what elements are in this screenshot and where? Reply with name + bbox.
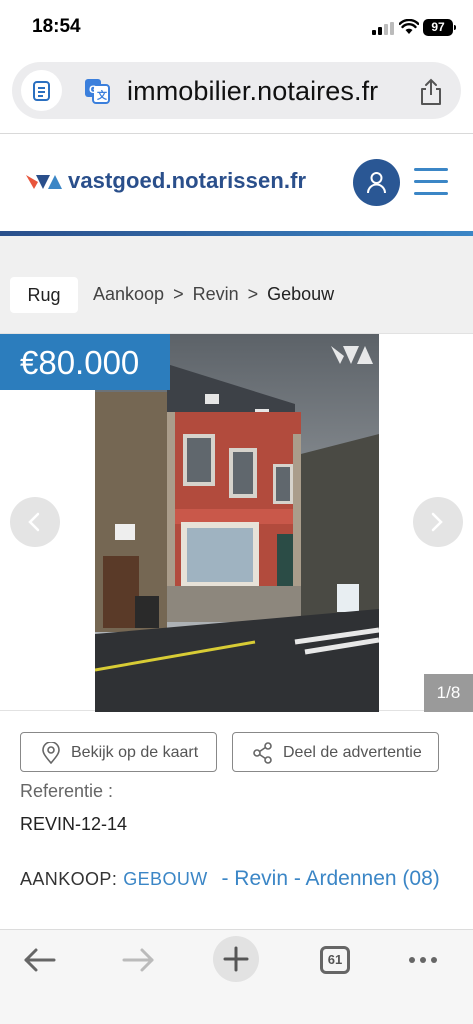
listing-title: AANKOOP: GEBOUW - Revin - Ardennen (08)	[20, 866, 460, 892]
svg-text:文: 文	[97, 89, 108, 102]
site-header: vastgoed.notarissen.fr	[0, 135, 473, 231]
plus-icon	[223, 946, 249, 972]
reference-value: REVIN-12-14	[20, 814, 128, 834]
reader-icon	[33, 81, 50, 101]
price-tag: €80.000	[0, 334, 170, 390]
breadcrumb-separator: >	[173, 284, 184, 304]
share-listing-button[interactable]: Deel de advertentie	[232, 732, 439, 772]
tabs-button[interactable]: 61	[312, 936, 360, 984]
photo-counter: 1/8	[424, 674, 473, 712]
share-listing-label: Deel de advertentie	[283, 744, 422, 761]
breadcrumb-item-aankoop[interactable]: Aankoop	[93, 284, 164, 304]
logo-icon[interactable]	[24, 171, 64, 193]
view-on-map-label: Bekijk op de kaart	[71, 744, 199, 761]
url-text[interactable]: immobilier.notaires.fr	[127, 76, 378, 107]
listing-kind: AANKOOP:	[20, 869, 118, 889]
account-button[interactable]	[353, 159, 400, 206]
address-bar[interactable]: G 文 immobilier.notaires.fr	[12, 62, 461, 119]
user-icon	[367, 172, 386, 194]
reader-mode-button[interactable]	[21, 70, 62, 111]
listing-type-link[interactable]: GEBOUW	[123, 869, 207, 889]
browser-url-area: G 文 immobilier.notaires.fr	[0, 56, 473, 134]
battery-icon: 97	[423, 19, 456, 36]
status-time: 18:54	[32, 16, 81, 37]
cellular-signal-icon	[372, 22, 394, 35]
photo-gallery[interactable]: €80.000 1/8	[0, 333, 473, 712]
browser-toolbar: 61	[0, 929, 473, 1024]
new-tab-button[interactable]	[213, 936, 259, 982]
ellipsis-icon	[409, 957, 437, 963]
chevron-left-icon	[28, 512, 40, 532]
arrow-right-icon	[122, 948, 154, 972]
wifi-icon	[399, 19, 419, 34]
status-bar: 18:54 97	[0, 0, 473, 56]
previous-photo-button[interactable]	[10, 497, 60, 547]
breadcrumb-item-gebouw: Gebouw	[267, 284, 335, 304]
breadcrumb-item-revin[interactable]: Revin	[193, 284, 239, 304]
view-on-map-button[interactable]: Bekijk op de kaart	[20, 732, 217, 772]
arrow-left-icon	[24, 948, 56, 972]
translate-icon[interactable]: G 文	[84, 78, 110, 104]
breadcrumb-separator: >	[247, 284, 259, 304]
listing-location-link[interactable]: - Revin - Ardennen (08)	[216, 867, 439, 890]
next-photo-button[interactable]	[413, 497, 463, 547]
tab-count: 61	[320, 946, 350, 974]
hamburger-menu-icon[interactable]	[414, 168, 448, 196]
logo-text[interactable]: vastgoed.notarissen.fr	[68, 168, 306, 194]
more-menu-button[interactable]	[400, 936, 448, 984]
chevron-right-icon	[431, 512, 443, 532]
browser-forward-button[interactable]	[114, 936, 162, 984]
map-pin-icon	[42, 742, 60, 764]
breadcrumb: Aankoop > Revin > Gebouw	[93, 284, 334, 305]
share-nodes-icon	[253, 742, 272, 764]
property-photo[interactable]	[95, 334, 379, 712]
share-icon[interactable]	[418, 78, 444, 106]
reference-label: Referentie :	[20, 781, 114, 801]
back-button[interactable]: Rug	[10, 277, 78, 313]
browser-back-button[interactable]	[16, 936, 64, 984]
breadcrumb-band: Rug Aankoop > Revin > Gebouw	[0, 236, 473, 333]
